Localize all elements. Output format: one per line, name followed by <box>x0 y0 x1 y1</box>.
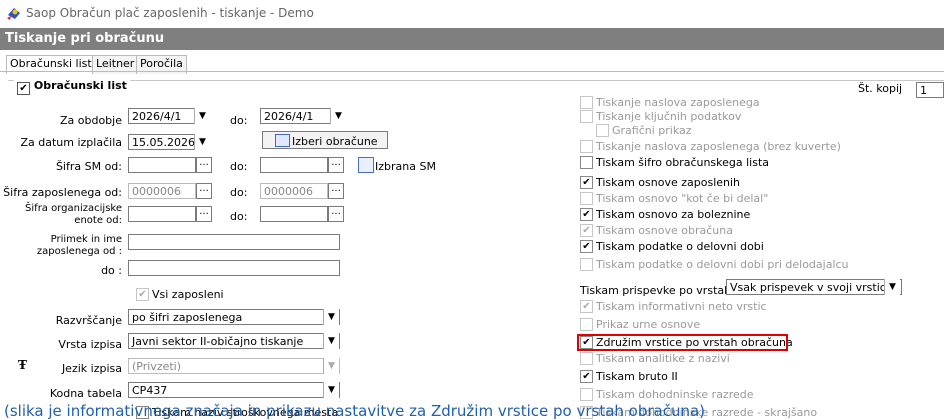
chevron-down-icon[interactable]: ▼ <box>194 134 210 150</box>
option-label: Tiskam podatke o delovni dobi pri deloda… <box>596 258 849 271</box>
sifra-org-label-1: Šifra organizacijske <box>25 203 122 214</box>
option-checkbox[interactable]: ✔ <box>580 370 593 383</box>
sifra-org-from[interactable] <box>128 206 196 222</box>
chevron-down-icon[interactable]: ▼ <box>330 108 346 124</box>
sifra-sm-to[interactable] <box>260 157 328 173</box>
za-obdobje-do-label: do: <box>230 114 248 127</box>
kodna-tabela-select[interactable]: CP437 <box>128 382 340 398</box>
priimek-to[interactable] <box>128 260 340 276</box>
list-icon <box>358 157 374 173</box>
option-label: Tiskam osnovo "kot če bi delal" <box>596 192 769 205</box>
option-checkbox[interactable] <box>580 192 593 205</box>
chevron-down-icon[interactable]: ▼ <box>323 382 339 398</box>
option-checkbox[interactable]: ✔ <box>580 224 593 237</box>
kodna-tabela-label: Kodna tabela <box>49 387 122 400</box>
vrsta-izpisa-label: Vrsta izpisa <box>58 338 122 351</box>
sifra-sm-label: Šifra SM od: <box>55 160 122 173</box>
browse-org-to-button[interactable]: ... <box>328 206 344 222</box>
sifra-org-label-2: enote od: <box>74 215 122 226</box>
option-label: Tiskanje ključnih podatkov <box>596 110 742 123</box>
option-label: Tiskam šifro obračunskega lista <box>596 156 770 169</box>
window-titlebar: Saop Obračun plač zaposlenih - tiskanje … <box>0 0 944 28</box>
sifra-zap-to[interactable]: 0000006 <box>260 183 328 199</box>
option-label: Tiskam dohodninske razrede <box>596 388 754 401</box>
za-datum-label: Za datum izplačila <box>20 136 122 149</box>
option-checkbox[interactable]: ✔ <box>580 240 593 253</box>
group-title: Obračunski list <box>33 79 127 92</box>
sifra-zap-label: Šifra zaposlenega od: <box>3 186 122 199</box>
sifra-sm-from[interactable] <box>128 157 196 173</box>
highlight-box <box>577 334 788 351</box>
caption: (slika je informativnega značaja in prik… <box>4 402 706 420</box>
sifra-org-do-label: do: <box>230 210 248 223</box>
browse-zap-from-button[interactable]: ... <box>196 183 212 199</box>
jezik-izpisa-label: Jezik izpisa <box>61 362 122 375</box>
priimek-do-label: do : <box>101 264 122 277</box>
chevron-down-icon[interactable]: ▼ <box>194 108 210 124</box>
razvrscanje-select[interactable]: po šifri zaposlenega <box>128 309 340 325</box>
chevron-down-icon[interactable]: ▼ <box>323 333 339 349</box>
vsi-zaposleni-label: Vsi zaposleni <box>152 288 224 301</box>
group-header[interactable]: ✔ Obračunski list <box>14 79 130 95</box>
option-checkbox[interactable] <box>580 318 593 331</box>
option-label: Tiskanje naslova zaposlenega <box>596 96 760 109</box>
izbrana-sm-label[interactable]: Izbrana SM <box>375 160 436 173</box>
jezik-izpisa-select[interactable]: (Privzeti) <box>128 358 340 374</box>
option-checkbox[interactable] <box>580 352 593 365</box>
st-kopij-label: Št. kopij <box>858 82 903 95</box>
option-label: Prikaz urne osnove <box>596 318 701 331</box>
option-label: Tiskam bruto II <box>596 370 678 383</box>
chevron-down-icon[interactable]: ▼ <box>323 309 339 325</box>
priimek-label-2: zaposlenega od : <box>36 246 122 257</box>
sifra-org-to[interactable] <box>260 206 328 222</box>
option-label: Grafični prikaz <box>612 124 692 137</box>
za-obdobje-label: Za obdobje <box>59 114 122 127</box>
option-label: Tiskam informativni neto vrstic <box>596 300 767 313</box>
checklist-icon <box>275 134 290 147</box>
tab-divider <box>0 71 944 72</box>
izberi-obracune-button[interactable]: Izberi obračune ... <box>262 131 388 164</box>
priimek-label-1: Priimek in ime <box>50 234 122 245</box>
group-checkbox[interactable]: ✔ <box>17 82 30 95</box>
sifra-sm-do-label: do: <box>230 160 248 173</box>
browse-zap-to-button[interactable]: ... <box>328 183 344 199</box>
option-label: Tiskam osnove obračuna <box>596 224 733 237</box>
chevron-down-icon[interactable]: ▼ <box>323 358 339 374</box>
option-checkbox[interactable]: ✔ <box>580 300 593 313</box>
dialog-header: Tiskanje pri obračunu <box>0 28 944 50</box>
option-label: Tiskam analitike z nazivi <box>596 352 730 365</box>
app-icon <box>7 8 20 20</box>
option-label: Tiskam osnove zaposlenih <box>596 176 741 189</box>
sifra-zap-from[interactable]: 0000006 <box>128 183 196 199</box>
option-checkbox[interactable] <box>580 96 593 109</box>
st-kopij-input[interactable]: 1 <box>916 82 944 98</box>
prispevke-label: Tiskam prispevke po vrstah <box>580 284 732 297</box>
option-label: Tiskam osnovo za boleznine <box>596 208 751 221</box>
vrsta-izpisa-select[interactable]: Javni sektor II-običajno tiskanje <box>128 333 340 349</box>
option-checkbox[interactable] <box>580 388 593 401</box>
window-title: Saop Obračun plač zaposlenih - tiskanje … <box>26 6 314 20</box>
chevron-down-icon[interactable]: ▼ <box>884 279 900 295</box>
group-border <box>8 80 944 82</box>
sifra-zap-do-label: do: <box>230 186 248 199</box>
option-label: Tiskam podatke o delovni dobi <box>596 240 764 253</box>
option-checkbox[interactable] <box>580 258 593 271</box>
option-checkbox[interactable] <box>580 140 593 153</box>
razvrscanje-label: Razvrščanje <box>55 314 122 327</box>
browse-sm-from-button[interactable]: ... <box>196 157 212 173</box>
priimek-from[interactable] <box>128 234 340 250</box>
option-label: Tiskanje naslova zaposlenega (brez kuver… <box>596 140 841 153</box>
option-checkbox[interactable] <box>580 156 593 169</box>
option-checkbox[interactable]: ✔ <box>580 208 593 221</box>
dialog-title: Tiskanje pri obračunu <box>5 31 165 46</box>
option-checkbox[interactable] <box>596 124 609 137</box>
browse-sm-to-button[interactable]: ... <box>328 157 344 173</box>
option-checkbox[interactable] <box>580 110 593 123</box>
prispevke-select[interactable]: Vsak prispevek v svoji vrstici <box>726 279 902 295</box>
option-checkbox[interactable]: ✔ <box>580 176 593 189</box>
browse-org-from-button[interactable]: ... <box>196 206 212 222</box>
vsi-zaposleni-checkbox[interactable]: ✔ <box>136 288 149 301</box>
